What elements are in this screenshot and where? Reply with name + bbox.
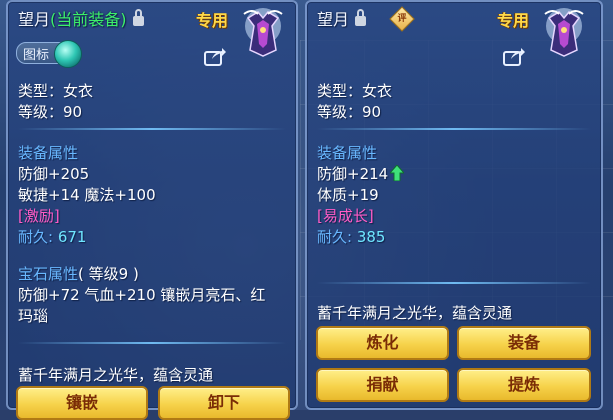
- gem-title: 宝石属性: [18, 265, 79, 283]
- equipped-item-tooltip: 望月(当前装备) 专用 图标 类型：女衣 等级：90 装备属性 防御+205 敏…: [6, 0, 298, 420]
- attr-title: 装备属性: [18, 144, 79, 162]
- item-armor-icon: [238, 4, 288, 58]
- attr-line: 防御+205: [18, 165, 90, 183]
- gem-level: ( 等级9 ): [78, 265, 139, 283]
- donate-button[interactable]: 捐献: [316, 368, 449, 402]
- attr-line: 防御+214: [317, 165, 389, 183]
- durability-value: 385: [356, 228, 386, 246]
- item-armor-icon: [539, 4, 589, 58]
- share-icon[interactable]: [204, 46, 226, 66]
- divider: [317, 282, 591, 284]
- level-line: 等级：90: [317, 103, 382, 121]
- exclusive-label: 专用: [196, 11, 229, 30]
- item-description: 蓄千年满月之光华，蕴含灵通: [317, 304, 513, 322]
- equip-button[interactable]: 装备: [457, 326, 591, 360]
- level-line: 等级：90: [18, 103, 83, 121]
- equipped-tag: (当前装备): [50, 10, 127, 29]
- icon-badge-label: 图标: [23, 48, 50, 63]
- durability-label: 耐久:: [317, 228, 353, 246]
- gem-line: 玛瑙: [18, 307, 49, 325]
- compare-item-tooltip: 望月 评 专用 类型：女衣 等级：90 装备属性 防御+214 体质+19 [易…: [305, 0, 603, 410]
- divider: [317, 128, 591, 130]
- appraise-icon[interactable]: 评: [389, 6, 415, 32]
- type-line: 类型：女衣: [317, 82, 393, 100]
- attr-line-defense: 防御+214: [317, 163, 406, 184]
- item-description: 蓄千年满月之光华，蕴含灵通: [18, 366, 214, 384]
- attr-line: 体质+19: [317, 186, 379, 204]
- special-effect: [激励]: [18, 207, 60, 225]
- durability-value: 671: [57, 228, 87, 246]
- gem-header: 宝石属性( 等级9 ): [18, 263, 139, 284]
- share-icon[interactable]: [503, 46, 525, 66]
- icon-badge[interactable]: 图标: [16, 40, 82, 68]
- attr-line: 敏捷+14 魔法+100: [18, 186, 156, 204]
- arrow-up-icon: [389, 164, 406, 182]
- unequip-button[interactable]: 卸下: [158, 386, 290, 420]
- item-name: 望月: [317, 10, 350, 29]
- durability-line: 耐久: 385: [317, 226, 385, 247]
- divider: [18, 128, 286, 130]
- type-line: 类型：女衣: [18, 82, 94, 100]
- durability-line: 耐久: 671: [18, 226, 86, 247]
- extract-button[interactable]: 提炼: [457, 368, 591, 402]
- item-name: 望月: [18, 10, 51, 29]
- exclusive-label: 专用: [497, 11, 530, 30]
- appraise-label: 评: [397, 14, 407, 24]
- lock-icon[interactable]: [355, 9, 367, 26]
- refine-button[interactable]: 炼化: [316, 326, 449, 360]
- orb-icon: [54, 40, 82, 68]
- item-title: 望月(当前装备): [18, 6, 144, 30]
- durability-label: 耐久:: [18, 228, 54, 246]
- item-title: 望月: [317, 6, 367, 30]
- inlay-button[interactable]: 镶嵌: [16, 386, 148, 420]
- gem-line: 防御+72 气血+210 镶嵌月亮石、红: [18, 286, 266, 304]
- lock-icon[interactable]: [132, 9, 144, 26]
- special-effect: [易成长]: [317, 207, 374, 225]
- divider: [18, 342, 286, 344]
- attr-title: 装备属性: [317, 144, 378, 162]
